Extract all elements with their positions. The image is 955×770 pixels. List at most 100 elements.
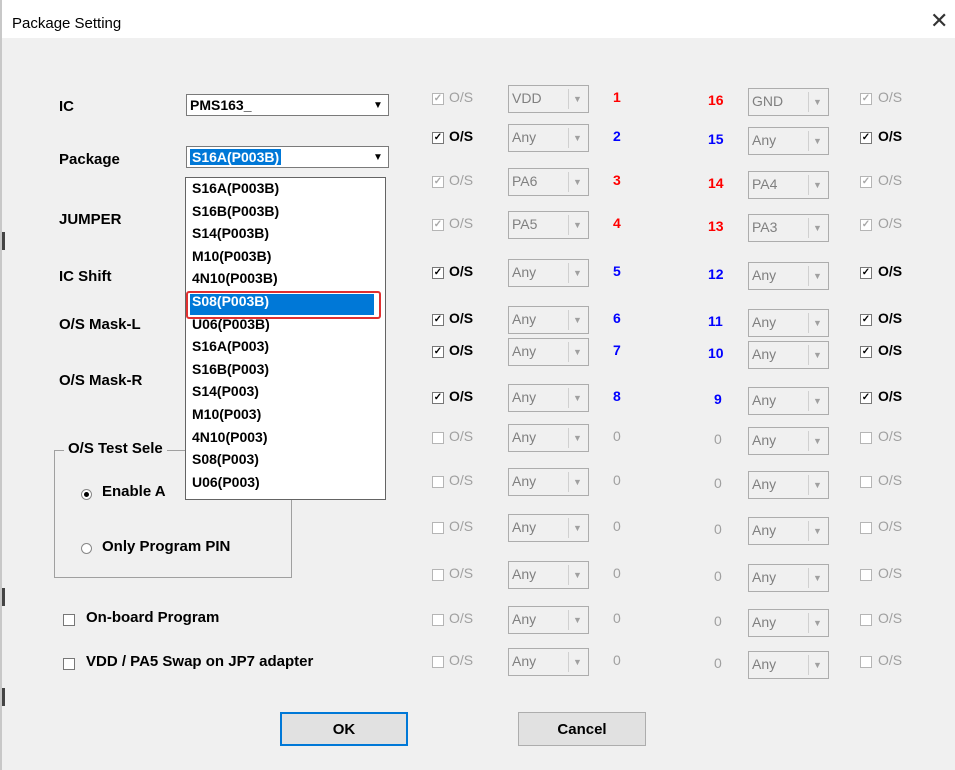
left-pin-select[interactable]: PA6 ▼	[508, 168, 589, 196]
right-pin-select[interactable]: PA3 ▼	[748, 214, 829, 242]
chevron-down-icon[interactable]: ▼	[369, 96, 387, 114]
left-os-checkbox[interactable]	[432, 614, 444, 626]
right-pin-select[interactable]: Any ▼	[748, 341, 829, 369]
right-os-checkbox[interactable]: ✓	[860, 392, 872, 404]
chevron-down-icon[interactable]: ▼	[808, 131, 826, 151]
right-pin-select[interactable]: PA4 ▼	[748, 171, 829, 199]
chevron-down-icon[interactable]: ▼	[568, 652, 586, 672]
right-pin-select[interactable]: Any ▼	[748, 309, 829, 337]
chevron-down-icon[interactable]: ▼	[568, 263, 586, 283]
chevron-down-icon[interactable]: ▼	[568, 428, 586, 448]
chevron-down-icon[interactable]: ▼	[808, 655, 826, 675]
left-os-checkbox[interactable]: ✓	[432, 93, 444, 105]
left-os-checkbox[interactable]: ✓	[432, 392, 444, 404]
dropdown-option[interactable]: M10(P003)	[192, 406, 261, 423]
left-os-checkbox[interactable]: ✓	[432, 132, 444, 144]
left-os-checkbox[interactable]: ✓	[432, 346, 444, 358]
dropdown-option[interactable]: 4N10(P003)	[192, 429, 268, 446]
chevron-down-icon[interactable]: ▼	[808, 218, 826, 238]
left-pin-select[interactable]: Any ▼	[508, 648, 589, 676]
right-os-checkbox[interactable]: ✓	[860, 176, 872, 188]
package-select[interactable]: S16A(P003B) ▼	[186, 146, 389, 168]
left-pin-select[interactable]: Any ▼	[508, 384, 589, 412]
close-icon[interactable]: ✕	[930, 8, 948, 34]
chevron-down-icon[interactable]: ▼	[568, 172, 586, 192]
cancel-button[interactable]: Cancel	[518, 712, 646, 746]
dropdown-option[interactable]: S16B(P003B)	[192, 203, 279, 220]
dropdown-option[interactable]: S14(P003)	[192, 383, 259, 400]
chevron-down-icon[interactable]: ▼	[808, 521, 826, 541]
left-pin-select[interactable]: PA5 ▼	[508, 211, 589, 239]
left-os-checkbox[interactable]: ✓	[432, 267, 444, 279]
left-os-checkbox[interactable]	[432, 476, 444, 488]
left-pin-select[interactable]: Any ▼	[508, 606, 589, 634]
right-pin-select[interactable]: Any ▼	[748, 427, 829, 455]
dropdown-option[interactable]: S16B(P003)	[192, 361, 269, 378]
right-os-checkbox[interactable]	[860, 432, 872, 444]
chevron-down-icon[interactable]: ▼	[568, 128, 586, 148]
chevron-down-icon[interactable]: ▼	[808, 92, 826, 112]
package-dropdown-list[interactable]: S16A(P003B) S16B(P003B) S14(P003B) M10(P003…	[185, 177, 386, 500]
left-pin-select[interactable]: Any ▼	[508, 468, 589, 496]
dropdown-option[interactable]: S16A(P003B)	[192, 180, 279, 197]
left-pin-select[interactable]: Any ▼	[508, 424, 589, 452]
chevron-down-icon[interactable]: ▼	[568, 472, 586, 492]
dropdown-option[interactable]: S16A(P003)	[192, 338, 269, 355]
right-os-checkbox[interactable]: ✓	[860, 346, 872, 358]
left-pin-select[interactable]: VDD ▼	[508, 85, 589, 113]
left-pin-select[interactable]: Any ▼	[508, 306, 589, 334]
left-os-checkbox[interactable]	[432, 522, 444, 534]
left-pin-select[interactable]: Any ▼	[508, 338, 589, 366]
chevron-down-icon[interactable]: ▼	[808, 313, 826, 333]
enable-all-radio[interactable]	[81, 489, 92, 500]
dropdown-option[interactable]: S08(P003)	[192, 451, 259, 468]
chevron-down-icon[interactable]: ▼	[808, 613, 826, 633]
left-os-checkbox[interactable]	[432, 569, 444, 581]
right-os-checkbox[interactable]: ✓	[860, 132, 872, 144]
chevron-down-icon[interactable]: ▼	[568, 89, 586, 109]
dropdown-option[interactable]: S14(P003B)	[192, 225, 269, 242]
chevron-down-icon[interactable]: ▼	[808, 431, 826, 451]
ok-button[interactable]: OK	[280, 712, 408, 746]
right-pin-select[interactable]: Any ▼	[748, 651, 829, 679]
left-os-checkbox[interactable]	[432, 432, 444, 444]
chevron-down-icon[interactable]: ▼	[808, 266, 826, 286]
left-pin-select[interactable]: Any ▼	[508, 514, 589, 542]
right-pin-select[interactable]: Any ▼	[748, 471, 829, 499]
chevron-down-icon[interactable]: ▼	[369, 148, 387, 166]
left-pin-select[interactable]: Any ▼	[508, 259, 589, 287]
right-os-checkbox[interactable]: ✓	[860, 219, 872, 231]
left-os-checkbox[interactable]: ✓	[432, 176, 444, 188]
right-pin-select[interactable]: Any ▼	[748, 609, 829, 637]
right-pin-select[interactable]: Any ▼	[748, 564, 829, 592]
right-os-checkbox[interactable]: ✓	[860, 267, 872, 279]
chevron-down-icon[interactable]: ▼	[808, 345, 826, 365]
right-pin-select[interactable]: Any ▼	[748, 127, 829, 155]
right-pin-select[interactable]: Any ▼	[748, 517, 829, 545]
dropdown-option[interactable]: U06(P003)	[192, 474, 260, 491]
chevron-down-icon[interactable]: ▼	[568, 388, 586, 408]
onboard-program-checkbox[interactable]	[63, 614, 75, 626]
right-os-checkbox[interactable]	[860, 476, 872, 488]
right-pin-select[interactable]: GND ▼	[748, 88, 829, 116]
chevron-down-icon[interactable]: ▼	[568, 310, 586, 330]
chevron-down-icon[interactable]: ▼	[568, 215, 586, 235]
right-os-checkbox[interactable]: ✓	[860, 93, 872, 105]
left-os-checkbox[interactable]: ✓	[432, 314, 444, 326]
left-pin-select[interactable]: Any ▼	[508, 561, 589, 589]
dropdown-option[interactable]: M10(P003B)	[192, 248, 271, 265]
right-os-checkbox[interactable]	[860, 569, 872, 581]
right-pin-select[interactable]: Any ▼	[748, 262, 829, 290]
right-os-checkbox[interactable]	[860, 522, 872, 534]
right-os-checkbox[interactable]: ✓	[860, 314, 872, 326]
chevron-down-icon[interactable]: ▼	[808, 568, 826, 588]
chevron-down-icon[interactable]: ▼	[808, 475, 826, 495]
vdd-swap-checkbox[interactable]	[63, 658, 75, 670]
only-program-pin-radio[interactable]	[81, 543, 92, 554]
right-os-checkbox[interactable]	[860, 614, 872, 626]
chevron-down-icon[interactable]: ▼	[568, 565, 586, 585]
ic-select[interactable]: PMS163_ ▼	[186, 94, 389, 116]
right-pin-select[interactable]: Any ▼	[748, 387, 829, 415]
chevron-down-icon[interactable]: ▼	[568, 518, 586, 538]
chevron-down-icon[interactable]: ▼	[808, 175, 826, 195]
